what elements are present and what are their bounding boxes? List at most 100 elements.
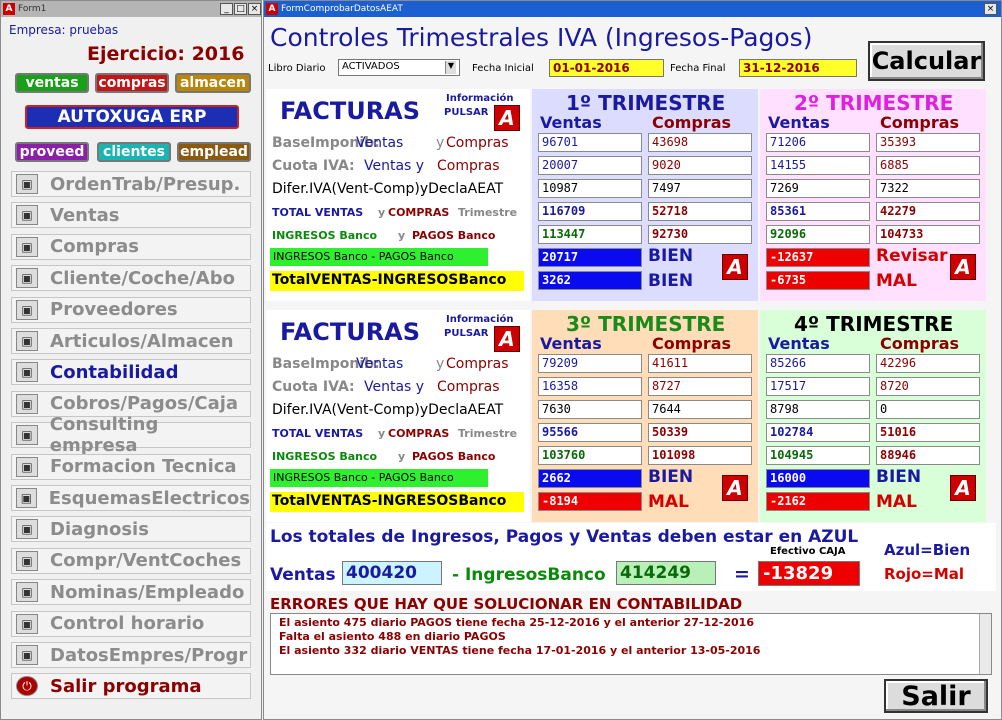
training-icon: ▣	[16, 456, 38, 477]
total-ventas-ingresos-value: -8194	[538, 492, 642, 511]
quarter-detail-icon[interactable]: A	[950, 254, 976, 280]
errors-title: ERRORES QUE HAY QUE SOLUCIONAR EN CONTAB…	[270, 595, 743, 613]
info-button-icon[interactable]: A	[494, 326, 520, 352]
close-button[interactable]: ×	[984, 3, 997, 15]
menu-item[interactable]: ⏻ Salir programa	[11, 673, 251, 700]
scrollbar[interactable]	[979, 614, 991, 674]
error-line: Falta el asiento 488 en diario PAGOS	[279, 630, 506, 643]
left-titlebar[interactable]: A Form1 _ □ ×	[1, 1, 261, 17]
ingresos-pagos-status: BIEN	[648, 246, 694, 266]
menu-item[interactable]: ▣ EsquemasElectricos	[11, 485, 251, 511]
menu-item[interactable]: ▣ Formacion Tecnica	[11, 453, 251, 480]
warehouse-icon: ▣	[16, 331, 38, 351]
quarter-title: 3º TRIMESTRE	[566, 312, 726, 336]
total-ventas-label: TOTAL VENTAS	[272, 427, 364, 440]
value-cell: 85361	[766, 202, 870, 221]
rojo-legend: Rojo=Mal	[884, 565, 965, 583]
base-compras-label: Compras	[446, 356, 509, 372]
left-window: A Form1 _ □ × Empresa: pruebas Ejercicio…	[0, 0, 262, 720]
base-y-label: y	[436, 135, 445, 151]
menu-item-label: Diagnosis	[50, 518, 149, 540]
info-button-icon[interactable]: A	[494, 105, 520, 131]
minimize-button[interactable]: _	[220, 3, 233, 15]
menu-item[interactable]: ▣ Cliente/Coche/Abo	[11, 265, 251, 292]
right-titlebar[interactable]: A FormComprobarDatosAEAT ×	[264, 1, 1001, 17]
menu-item-label: Contabilidad	[50, 361, 179, 383]
clientes-button[interactable]: clientes	[97, 142, 171, 162]
menu-item[interactable]: ▣ Proveedores	[11, 296, 251, 323]
base-compras-label: Compras	[446, 135, 509, 151]
total-compras-label: COMPRAS	[388, 427, 450, 440]
value-cell: 51016	[876, 423, 980, 442]
menu-item[interactable]: ▣ Contabilidad	[11, 359, 251, 386]
ingresos-total-label: - IngresosBanco	[452, 565, 606, 585]
emplead-button[interactable]: emplead	[177, 142, 251, 162]
close-button[interactable]: ×	[248, 3, 261, 15]
fecha-final-label: Fecha Final	[670, 63, 726, 74]
menu-item[interactable]: ▣ OrdenTrab/Presup.	[11, 171, 251, 197]
ingresos-pagos-status: BIEN	[648, 467, 694, 487]
quarter-title: 1º TRIMESTRE	[566, 91, 726, 115]
maximize-button[interactable]: □	[234, 3, 247, 15]
ingresos-y-label: y	[398, 229, 406, 242]
info-label: Información	[446, 93, 514, 104]
menu-item[interactable]: ▣ Cobros/Pagos/Caja	[11, 390, 251, 417]
error-line: El asiento 475 diario PAGOS tiene fecha …	[279, 616, 754, 629]
value-cell: 35393	[876, 133, 980, 152]
value-cell: 8720	[876, 377, 980, 396]
ingresos-label: INGRESOS Banco	[272, 450, 378, 463]
value-cell: 0	[876, 400, 980, 419]
value-cell: 42279	[876, 202, 980, 221]
clients-icon: ▣	[16, 268, 38, 289]
menu-item[interactable]: ▣ Compras	[11, 233, 251, 260]
quarter-detail-icon[interactable]: A	[950, 475, 976, 501]
accounting-chart-icon: ▣	[16, 362, 38, 383]
fecha-final-input[interactable]: 31-12-2016	[739, 59, 857, 77]
total-ventas-ingresos-label: TotalVENTAS-INGRESOSBanco	[270, 271, 524, 291]
total-y-label: y	[378, 427, 386, 440]
value-cell: 8798	[766, 400, 870, 419]
cuota-label: Cuota IVA:	[272, 158, 355, 174]
libro-select[interactable]: ACTIVADOS ▼	[338, 59, 460, 76]
value-cell: 20007	[538, 156, 642, 175]
left-window-title: Form1	[18, 4, 47, 14]
schematics-icon: ▣	[16, 488, 37, 508]
quarter-detail-icon[interactable]: A	[722, 475, 748, 501]
difer-label: Difer.IVA(Vent-Comp)yDeclaAEAT	[272, 402, 504, 418]
ventas-total-label: Ventas	[270, 565, 336, 585]
value-cell: 103760	[538, 446, 642, 465]
ingresos-pagos-value: -12637	[766, 248, 870, 267]
suppliers-icon: ▣	[16, 299, 38, 320]
quarter-title: 4º TRIMESTRE	[794, 312, 954, 336]
ventas-col-header: Ventas	[768, 113, 830, 132]
fecha-inicial-input[interactable]: 01-01-2016	[549, 59, 664, 77]
menu-item[interactable]: ▣ Consulting empresa	[11, 414, 251, 456]
menu-item[interactable]: ▣ DatosEmpres/Progr	[11, 642, 251, 668]
compras-button[interactable]: compras	[95, 73, 169, 93]
menu-item[interactable]: ▣ Control horario	[11, 610, 251, 637]
ejercicio-label: Ejercicio: 2016	[87, 43, 245, 65]
calcular-button[interactable]: Calcular	[868, 41, 985, 81]
total-ventas-ingresos-value: -2162	[766, 492, 870, 511]
menu-item[interactable]: ▣ Ventas	[11, 202, 251, 229]
proveed-button[interactable]: proveed	[15, 142, 89, 162]
value-cell: 88946	[876, 446, 980, 465]
salir-button[interactable]: Salir	[884, 679, 988, 713]
total-ventas-ingresos-value: -6735	[766, 271, 870, 290]
quarter-detail-icon[interactable]: A	[722, 254, 748, 280]
almacen-button[interactable]: almacen	[175, 73, 251, 93]
chevron-down-icon[interactable]: ▼	[445, 61, 456, 74]
gear-icon: ▣	[16, 645, 38, 665]
ventas-button[interactable]: ventas	[15, 73, 89, 93]
menu-item[interactable]: ▣ Compr/VentCoches	[11, 547, 251, 574]
value-cell: 52718	[648, 202, 752, 221]
autoxuga-banner[interactable]: AUTOXUGA ERP	[25, 105, 239, 129]
menu-item[interactable]: ▣ Nominas/Empleado	[11, 579, 251, 606]
errors-list[interactable]: El asiento 475 diario PAGOS tiene fecha …	[270, 613, 992, 675]
app-icon: A	[3, 3, 15, 15]
totals-message: Los totales de Ingresos, Pagos y Ventas …	[270, 527, 859, 547]
menu-item[interactable]: ▣ Articulos/Almacen	[11, 328, 251, 354]
total-y-label: y	[378, 206, 386, 219]
right-window-title: FormComprobarDatosAEAT	[281, 4, 403, 14]
menu-item[interactable]: ▣ Diagnosis	[11, 516, 251, 543]
